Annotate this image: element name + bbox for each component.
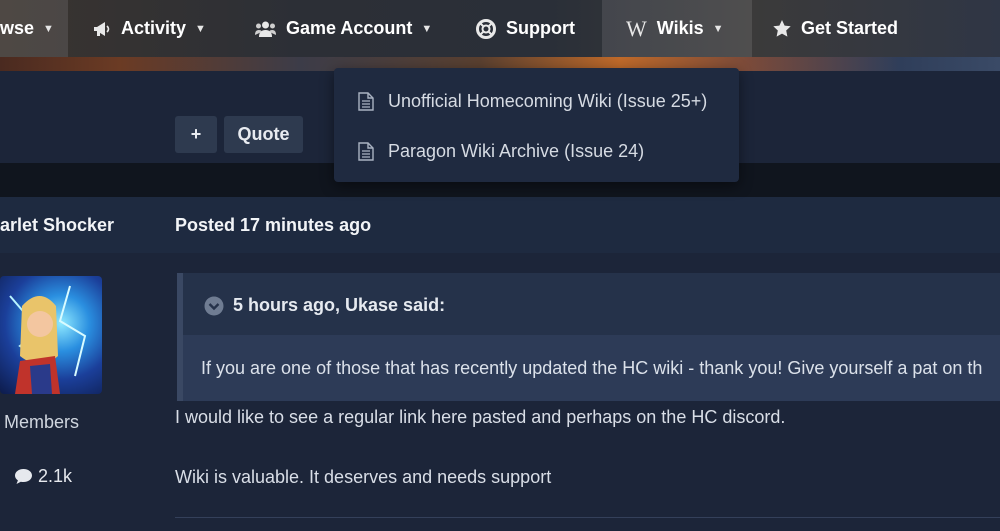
quote-block: 5 hours ago, Ukase said: If you are one … — [177, 273, 1000, 401]
star-icon — [773, 20, 791, 37]
dropdown-item-label: Paragon Wiki Archive (Issue 24) — [388, 140, 645, 161]
chevron-down-icon: ▼ — [421, 22, 433, 35]
chevron-down-icon: ▼ — [43, 22, 54, 35]
nav-get-started[interactable]: Get Started — [773, 0, 898, 57]
wikis-dropdown-menu: Unofficial Homecoming Wiki (Issue 25+) P… — [334, 68, 739, 182]
post-paragraph: I would like to see a regular link here … — [175, 407, 786, 427]
post-author-name[interactable]: arlet Shocker — [0, 215, 114, 236]
quote-content: If you are one of those that has recentl… — [183, 335, 1000, 401]
add-button[interactable]: + — [175, 116, 217, 153]
wikipedia-icon: W — [626, 15, 647, 41]
dropdown-item-label: Unofficial Homecoming Wiki (Issue 25+) — [388, 90, 708, 111]
quote-header: 5 hours ago, Ukase said: — [183, 273, 1000, 335]
dropdown-item-homecoming-wiki[interactable]: Unofficial Homecoming Wiki (Issue 25+) — [358, 86, 707, 116]
nav-support[interactable]: Support — [476, 0, 575, 57]
nav-browse[interactable]: wse ▼ — [0, 0, 68, 57]
post-count: 2.1k — [14, 466, 72, 487]
comment-icon — [14, 468, 33, 485]
posted-prefix: Posted — [175, 215, 236, 235]
nav-support-label: Support — [506, 18, 575, 38]
quote-button[interactable]: Quote — [224, 116, 303, 153]
nav-wikis[interactable]: W Wikis ▼ — [602, 0, 752, 57]
chevron-down-circle-icon[interactable] — [204, 296, 224, 316]
document-icon — [358, 141, 374, 161]
nav-activity-label: Activity — [121, 18, 187, 38]
quote-citation[interactable]: 5 hours ago, Ukase said: — [204, 295, 445, 316]
nav-get-started-label: Get Started — [801, 18, 899, 38]
avatar[interactable] — [0, 276, 102, 394]
quote-text: If you are one of those that has recentl… — [201, 358, 983, 378]
posted-time[interactable]: 17 minutes ago — [240, 215, 371, 235]
nav-wikis-label: Wikis — [656, 18, 704, 38]
post-header — [0, 197, 1000, 253]
member-group: Members — [4, 412, 80, 432]
lifebuoy-icon — [476, 18, 496, 39]
chevron-down-icon: ▼ — [712, 22, 724, 35]
nav-game-account-label: Game Account — [286, 18, 413, 38]
document-icon — [358, 91, 374, 111]
post-paragraph: Wiki is valuable. It deserves and needs … — [175, 467, 552, 487]
users-icon — [255, 21, 276, 37]
megaphone-icon — [93, 21, 111, 37]
post-date: Posted 17 minutes ago — [175, 215, 371, 236]
post-count-value: 2.1k — [38, 466, 73, 486]
nav-browse-label: wse — [0, 18, 35, 38]
nav-game-account[interactable]: Game Account ▼ — [255, 0, 432, 57]
quote-citation-text: 5 hours ago, Ukase said: — [233, 295, 446, 315]
chevron-down-icon: ▼ — [195, 22, 206, 35]
nav-activity[interactable]: Activity ▼ — [93, 0, 206, 57]
dropdown-item-paragon-wiki[interactable]: Paragon Wiki Archive (Issue 24) — [358, 136, 644, 166]
divider — [175, 517, 1000, 518]
